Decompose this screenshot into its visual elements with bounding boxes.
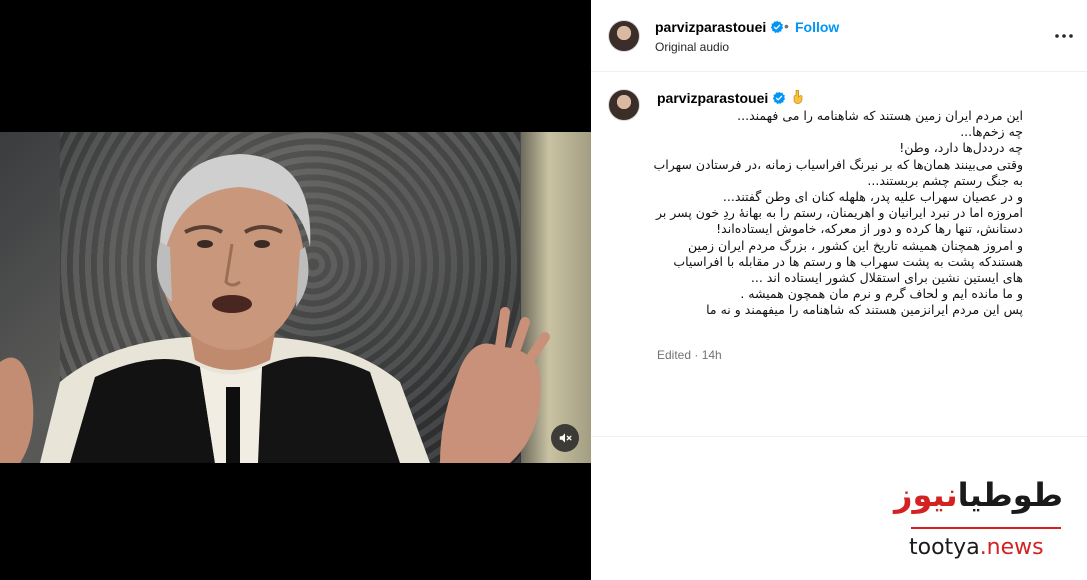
site-watermark-logo: طوطیانیوز tootya.news [894,472,1075,572]
caption-line: چه زخم‌ها... [960,124,1023,140]
media-pane [0,0,591,580]
author-username[interactable]: parvizparastouei [655,19,784,35]
verified-badge-icon [771,20,784,34]
mute-toggle-button[interactable] [551,424,579,452]
watermark-fa-black: طوطیا [957,476,1064,514]
watermark-rule [911,527,1061,529]
caption-line: و در عصیان سهراب علیه پدر، هلهله کنان ای… [722,189,1023,205]
pointing-down-hand-emoji [793,90,803,105]
caption-line: و ما مانده ایم و لحاف گرم و نرم مان همچو… [740,286,1023,302]
caption-author-username[interactable]: parvizparastouei [657,89,806,106]
author-username-text[interactable]: parvizparastouei [655,19,766,35]
watermark-en-red: .news [979,535,1044,560]
caption-line: های ایستین نشین برای استقلال کشور ایستاد… [750,270,1023,286]
caption-text: این مردم ایران زمین هستند که شاهنامه را … [651,108,1023,319]
audio-label[interactable]: Original audio [655,40,729,54]
muted-speaker-icon [559,433,572,443]
post-meta: Edited · 14h [657,348,722,362]
verified-badge-icon [773,91,786,105]
caption-line: هستندکه پشت به پشت سهراب ها و رستم ها در… [673,253,1023,269]
watermark-en-black: tootya [909,535,980,560]
caption-line: به جنگ رستم چشم بربستند... [867,172,1023,188]
author-avatar[interactable] [608,20,640,52]
caption-line: این مردم ایران زمین هستند که شاهنامه را … [737,108,1023,123]
caption-line: وقتی می‌بینند همان‌ها که بر نیرنگ افراسی… [653,156,1023,172]
divider [591,436,1087,437]
watermark-fa-red: نیوز [894,476,959,514]
caption-line: امروزه اما در نبرد ایرانیان و اهریمنان، … [655,205,1023,221]
caption-line: و امروز همچنان همیشه تاریخ این کشور ، بز… [688,237,1023,253]
video-player[interactable] [0,132,591,463]
caption-username-text[interactable]: parvizparastouei [657,90,768,106]
post-header: parvizparastouei • Follow Original audio [591,0,1087,72]
caption-author-avatar[interactable] [608,89,640,121]
follow-button[interactable]: Follow [795,19,839,35]
more-options-icon[interactable] [1052,26,1076,46]
separator-dot: • [784,18,789,34]
watermark-english: tootya.news [909,535,1044,560]
caption-line: پس این مردم ایرانزمین هستند که شاهنامه ر… [706,302,1023,318]
caption-line: چه درددل‌ها دارد، وطن! [899,140,1023,156]
video-frame-person [0,154,550,463]
watermark-persian: طوطیانیوز [894,476,1064,514]
caption-line: دستانش، تنها رها کرده و دور از معرکه، خا… [716,221,1023,237]
